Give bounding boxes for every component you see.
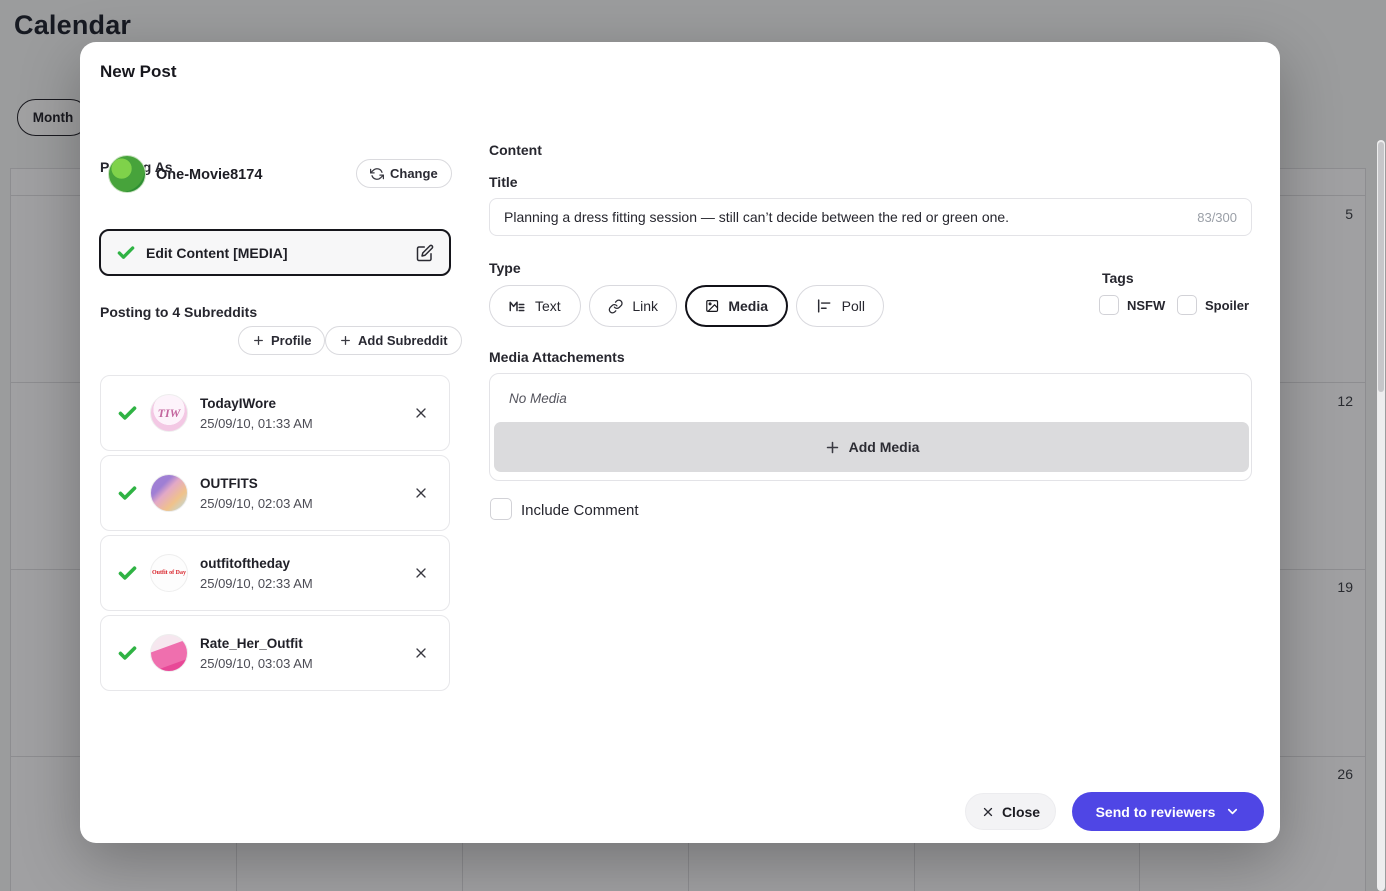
- subreddit-name: TodayIWore: [200, 396, 313, 411]
- subreddit-card[interactable]: Outfit of Day outfitoftheday 25/09/10, 0…: [100, 535, 450, 611]
- type-text-label: Text: [535, 298, 561, 314]
- type-label: Type: [489, 260, 521, 276]
- refresh-icon: [370, 167, 384, 181]
- approved-check-icon: [117, 563, 138, 584]
- type-poll-button[interactable]: Poll: [796, 285, 884, 327]
- approved-check-icon: [117, 643, 138, 664]
- close-label: Close: [1002, 804, 1040, 820]
- username: One-Movie8174: [156, 167, 262, 183]
- change-account-button[interactable]: Change: [356, 159, 452, 188]
- modal-title: New Post: [100, 62, 177, 82]
- profile-label: Profile: [271, 333, 311, 348]
- close-icon: [413, 485, 429, 501]
- type-link-label: Link: [632, 298, 658, 314]
- title-label: Title: [489, 174, 518, 190]
- link-icon: [608, 298, 623, 315]
- remove-subreddit-button[interactable]: [409, 481, 433, 505]
- add-subreddit-button[interactable]: Add Subreddit: [325, 326, 462, 355]
- avatar-text: TIW: [158, 406, 181, 421]
- send-to-reviewers-button[interactable]: Send to reviewers: [1072, 792, 1264, 831]
- close-icon: [413, 405, 429, 421]
- user-avatar: [108, 155, 146, 193]
- close-button[interactable]: Close: [965, 793, 1056, 830]
- scrollbar-thumb[interactable]: [1378, 142, 1384, 392]
- type-poll-label: Poll: [842, 298, 865, 314]
- edit-content-label: Edit Content [MEDIA]: [146, 245, 288, 261]
- avatar-text: Outfit of Day: [152, 570, 186, 577]
- subreddit-avatar: [150, 474, 188, 512]
- scrollbar[interactable]: [1377, 140, 1385, 891]
- send-label: Send to reviewers: [1096, 804, 1216, 820]
- type-media-label: Media: [728, 298, 768, 314]
- subreddit-info: TodayIWore 25/09/10, 01:33 AM: [200, 396, 313, 431]
- nsfw-checkbox[interactable]: [1099, 295, 1119, 315]
- subreddit-name: outfitoftheday: [200, 556, 313, 571]
- approved-check-icon: [117, 483, 138, 504]
- approved-check-icon: [117, 403, 138, 424]
- subreddits-heading: Posting to 4 Subreddits: [100, 304, 257, 320]
- add-profile-button[interactable]: Profile: [238, 326, 325, 355]
- check-icon: [116, 243, 136, 263]
- close-icon: [981, 805, 995, 819]
- plus-icon: [252, 334, 265, 347]
- subreddit-card[interactable]: Rate_Her_Outfit 25/09/10, 03:03 AM: [100, 615, 450, 691]
- remove-subreddit-button[interactable]: [409, 641, 433, 665]
- screen: Calendar Month 5 12 19 26 New Post Posti…: [0, 0, 1386, 891]
- media-icon: [705, 297, 719, 315]
- chevron-down-icon: [1225, 804, 1240, 819]
- text-icon: [508, 297, 526, 315]
- tags-label: Tags: [1102, 270, 1134, 286]
- spoiler-label: Spoiler: [1205, 298, 1249, 313]
- add-subreddit-label: Add Subreddit: [358, 333, 448, 348]
- new-post-modal: New Post Posting As One-Movie8174 Change…: [80, 42, 1280, 843]
- add-media-button[interactable]: Add Media: [494, 422, 1249, 472]
- plus-icon: [824, 439, 841, 456]
- add-media-label: Add Media: [849, 439, 920, 455]
- include-comment-label: Include Comment: [521, 502, 639, 519]
- subreddit-card[interactable]: TIW TodayIWore 25/09/10, 01:33 AM: [100, 375, 450, 451]
- type-media-button[interactable]: Media: [685, 285, 788, 327]
- remove-subreddit-button[interactable]: [409, 561, 433, 585]
- edit-icon: [416, 244, 434, 262]
- poll-icon: [815, 297, 833, 315]
- plus-icon: [339, 334, 352, 347]
- subreddit-info: Rate_Her_Outfit 25/09/10, 03:03 AM: [200, 636, 313, 671]
- subreddit-name: Rate_Her_Outfit: [200, 636, 313, 651]
- scheduled-datetime: 25/09/10, 01:33 AM: [200, 416, 313, 431]
- subreddit-avatar: [150, 634, 188, 672]
- close-icon: [413, 645, 429, 661]
- edit-content-button[interactable]: Edit Content [MEDIA]: [99, 229, 451, 276]
- subreddit-list: TIW TodayIWore 25/09/10, 01:33 AM OUTFIT…: [100, 375, 450, 695]
- subreddit-avatar: Outfit of Day: [150, 554, 188, 592]
- scheduled-datetime: 25/09/10, 02:03 AM: [200, 496, 313, 511]
- char-counter: 83/300: [1197, 210, 1237, 225]
- media-attachments-box: No Media Add Media: [489, 373, 1252, 481]
- remove-subreddit-button[interactable]: [409, 401, 433, 425]
- content-heading: Content: [489, 142, 542, 158]
- nsfw-label: NSFW: [1127, 298, 1165, 313]
- subreddit-info: OUTFITS 25/09/10, 02:03 AM: [200, 476, 313, 511]
- subreddit-card[interactable]: OUTFITS 25/09/10, 02:03 AM: [100, 455, 450, 531]
- type-text-button[interactable]: Text: [489, 285, 581, 327]
- title-field[interactable]: 83/300: [489, 198, 1252, 236]
- scheduled-datetime: 25/09/10, 03:03 AM: [200, 656, 313, 671]
- include-comment-checkbox[interactable]: [490, 498, 512, 520]
- close-icon: [413, 565, 429, 581]
- media-attachments-label: Media Attachements: [489, 349, 625, 365]
- subreddit-info: outfitoftheday 25/09/10, 02:33 AM: [200, 556, 313, 591]
- scheduled-datetime: 25/09/10, 02:33 AM: [200, 576, 313, 591]
- subreddit-avatar: TIW: [150, 394, 188, 432]
- title-input[interactable]: [504, 209, 1187, 225]
- no-media-text: No Media: [509, 391, 567, 406]
- change-label: Change: [390, 166, 438, 181]
- spoiler-checkbox[interactable]: [1177, 295, 1197, 315]
- type-link-button[interactable]: Link: [589, 285, 677, 327]
- subreddit-name: OUTFITS: [200, 476, 313, 491]
